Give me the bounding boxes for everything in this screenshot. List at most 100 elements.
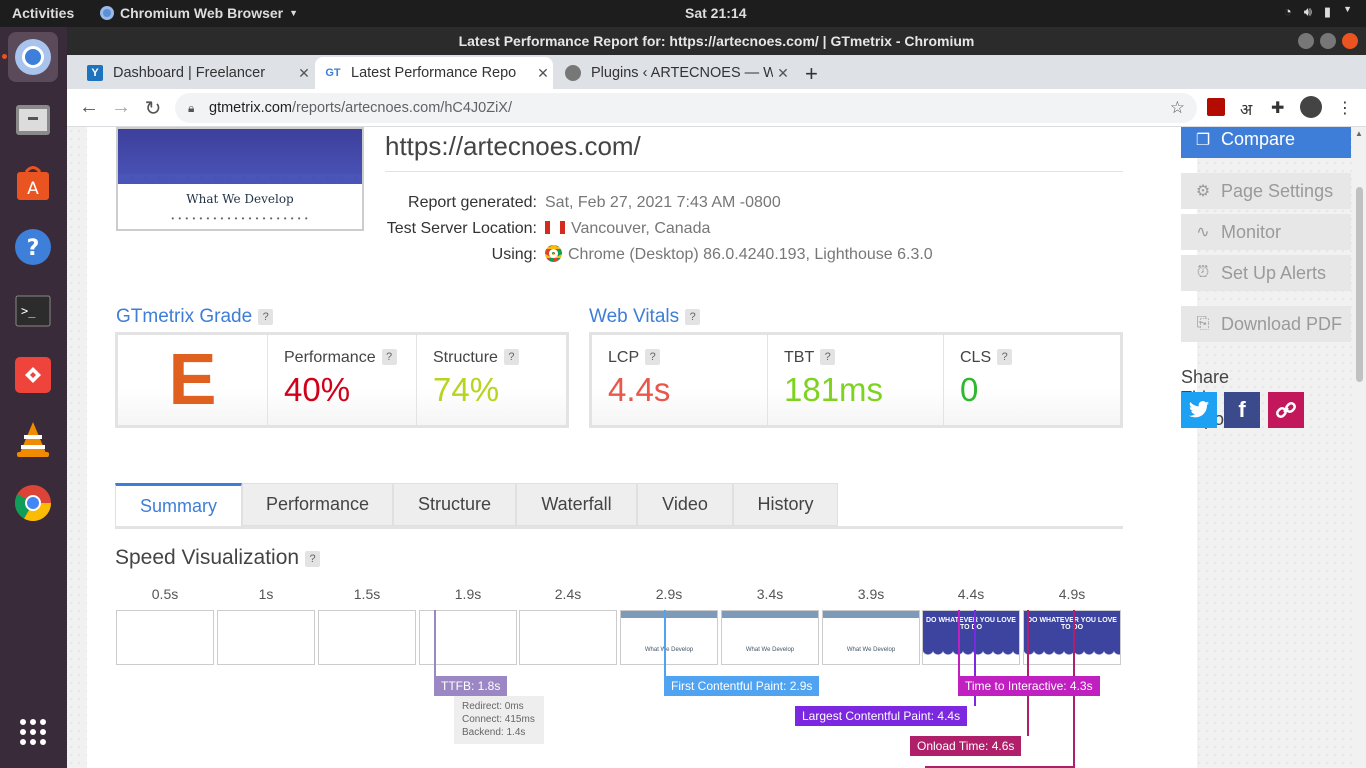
url-path: /reports/artecnoes.com/hC4J0ZiX/ [292, 100, 513, 116]
ttfb-marker[interactable]: TTFB: 1.8s [434, 676, 508, 696]
dock-chromium[interactable] [8, 32, 58, 82]
help-icon[interactable]: ? [820, 349, 836, 365]
tab-video[interactable]: Video [637, 483, 733, 526]
maximize-button[interactable] [1320, 33, 1336, 49]
gear-icon: ⚙ [1195, 183, 1211, 200]
address-bar[interactable]: 🔒︎ gtmetrix.com/reports/artecnoes.com/hC… [175, 93, 1197, 123]
close-tab-icon[interactable]: ✕ [294, 65, 314, 82]
menu-kebab-icon[interactable]: ⋮ [1337, 98, 1353, 118]
download-pdf-button[interactable]: ⎘ Download PDF [1181, 306, 1351, 342]
twitter-icon[interactable] [1181, 392, 1217, 428]
tab-waterfall[interactable]: Waterfall [516, 483, 637, 526]
filmstrip-frame[interactable] [519, 610, 617, 665]
help-icon[interactable]: ? [258, 309, 274, 325]
web-vitals-box: LCP? 4.4s TBT? 181ms CLS? 0 [589, 332, 1123, 428]
monitor-button[interactable]: ∿ Monitor [1181, 214, 1351, 250]
filmstrip-frame[interactable] [318, 610, 416, 665]
alarm-clock-icon: ⏰︎ [1196, 264, 1210, 281]
reload-button[interactable]: ↻ [141, 96, 165, 121]
back-button[interactable]: ← [77, 96, 101, 119]
filmstrip-frame[interactable]: DO WHATEVER YOU LOVE TO DO [922, 610, 1020, 665]
tti-line [958, 610, 960, 676]
help-icon[interactable]: ? [381, 349, 397, 365]
dock-software[interactable]: A [8, 158, 58, 208]
time-label: 4.9s [1058, 586, 1086, 602]
fcp-marker[interactable]: First Contentful Paint: 2.9s [664, 676, 820, 696]
chrome-icon [545, 245, 562, 262]
page-settings-button[interactable]: ⚙ Page Settings [1181, 173, 1351, 209]
set-up-alerts-button[interactable]: ⏰︎ Set Up Alerts [1181, 255, 1351, 291]
tab-structure[interactable]: Structure [393, 483, 516, 526]
tab-summary[interactable]: Summary [115, 483, 242, 526]
close-tab-icon[interactable]: ✕ [773, 65, 793, 82]
time-label: 2.9s [655, 586, 683, 602]
minimize-button[interactable] [1298, 33, 1314, 49]
window-titlebar[interactable]: Latest Performance Report for: https://a… [67, 27, 1366, 55]
pdf-extension-icon[interactable] [1207, 98, 1225, 121]
new-tab-button[interactable]: + [805, 61, 818, 87]
meta-server-location: Test Server Location: Vancouver, Canada [385, 220, 1125, 238]
scrollbar-thumb[interactable] [1356, 187, 1363, 382]
facebook-icon[interactable]: f [1224, 392, 1260, 428]
section-title-text: GTmetrix Grade [116, 306, 253, 327]
dock-terminal[interactable]: >_ [8, 286, 58, 336]
profile-avatar-icon[interactable] [1300, 96, 1322, 123]
scroll-up-arrow[interactable]: ▲ [1355, 129, 1363, 138]
dock-vlc[interactable] [8, 414, 58, 464]
filmstrip-frame[interactable]: What We Develop [822, 610, 920, 665]
help-icon[interactable]: ? [645, 349, 661, 365]
chevron-down-icon: ▼ [1343, 4, 1352, 14]
lcp-marker[interactable]: Largest Contentful Paint: 4.4s [795, 706, 968, 726]
meta-label: Using: [491, 246, 537, 263]
filmstrip-frame[interactable]: DO WHATEVER YOU LOVE TO DO [1023, 610, 1121, 665]
alerts-label: Set Up Alerts [1221, 262, 1327, 283]
system-tray[interactable]: ◔ 🔊︎ ▮ ▼ [1284, 4, 1352, 20]
app-grid-icon [20, 719, 46, 745]
tab-history[interactable]: History [733, 483, 838, 526]
help-icon[interactable]: ? [305, 551, 321, 567]
meta-label: Report generated: [408, 194, 537, 211]
clock[interactable]: Sat 21:14 [685, 5, 746, 21]
tab-freelancer[interactable]: Y Dashboard | Freelancer ✕ [77, 57, 314, 89]
browser-toolbar: ← → ↻ 🔒︎ gtmetrix.com/reports/artecnoes.… [67, 89, 1366, 127]
dock-anydesk[interactable] [8, 350, 58, 400]
bookmark-star-icon[interactable]: ☆ [1170, 93, 1185, 123]
tti-marker[interactable]: Time to Interactive: 4.3s [958, 676, 1100, 696]
page-scrollbar[interactable]: ▲ [1353, 127, 1366, 768]
dock-chrome[interactable] [8, 478, 58, 528]
extensions-puzzle-icon[interactable]: ✚ [1271, 98, 1284, 118]
link-icon[interactable] [1268, 392, 1304, 428]
tab-performance[interactable]: Performance [242, 483, 393, 526]
dock-help[interactable]: ? [8, 222, 58, 272]
close-tab-icon[interactable]: ✕ [533, 65, 553, 82]
ttfb-detail: Redirect: 0ms Connect: 415ms Backend: 1.… [454, 696, 544, 744]
forward-button[interactable]: → [109, 96, 133, 119]
filmstrip-frame[interactable]: What We Develop [721, 610, 819, 665]
frame-drips [1024, 649, 1120, 664]
site-screenshot[interactable]: What We Develop • • • • • • • • • • • • … [116, 127, 364, 231]
close-window-button[interactable] [1342, 33, 1358, 49]
filmstrip-frame[interactable] [116, 610, 214, 665]
app-menu-label: Chromium Web Browser [120, 5, 284, 21]
dock-show-apps[interactable] [8, 707, 58, 757]
help-icon[interactable]: ? [997, 349, 1013, 365]
screenshot-drips [118, 174, 362, 194]
dock: A ? >_ [0, 27, 67, 768]
hindi-input-icon[interactable]: अ [1240, 98, 1252, 120]
activities-button[interactable]: Activities [12, 5, 74, 21]
tab-plugins[interactable]: Plugins ‹ ARTECNOES — W ✕ [555, 57, 793, 89]
filmstrip-frame[interactable]: What We Develop [620, 610, 718, 665]
screenshot-heading: What We Develop [186, 192, 294, 206]
dock-files[interactable] [8, 94, 58, 144]
help-icon[interactable]: ? [503, 349, 519, 365]
help-icon[interactable]: ? [685, 309, 701, 325]
filmstrip-frame[interactable] [217, 610, 315, 665]
meta-label: Test Server Location: [386, 220, 537, 237]
app-menu[interactable]: Chromium Web Browser ▼ [100, 5, 298, 21]
lcp-label: LCP [608, 349, 640, 366]
tab-gtmetrix[interactable]: GT Latest Performance Repo ✕ [315, 57, 553, 89]
page-settings-label: Page Settings [1221, 180, 1334, 201]
onload-marker[interactable]: Onload Time: 4.6s [910, 736, 1022, 756]
compare-button[interactable]: ❐ Compare [1181, 127, 1351, 158]
tab-label: Dashboard | Freelancer [113, 65, 266, 81]
